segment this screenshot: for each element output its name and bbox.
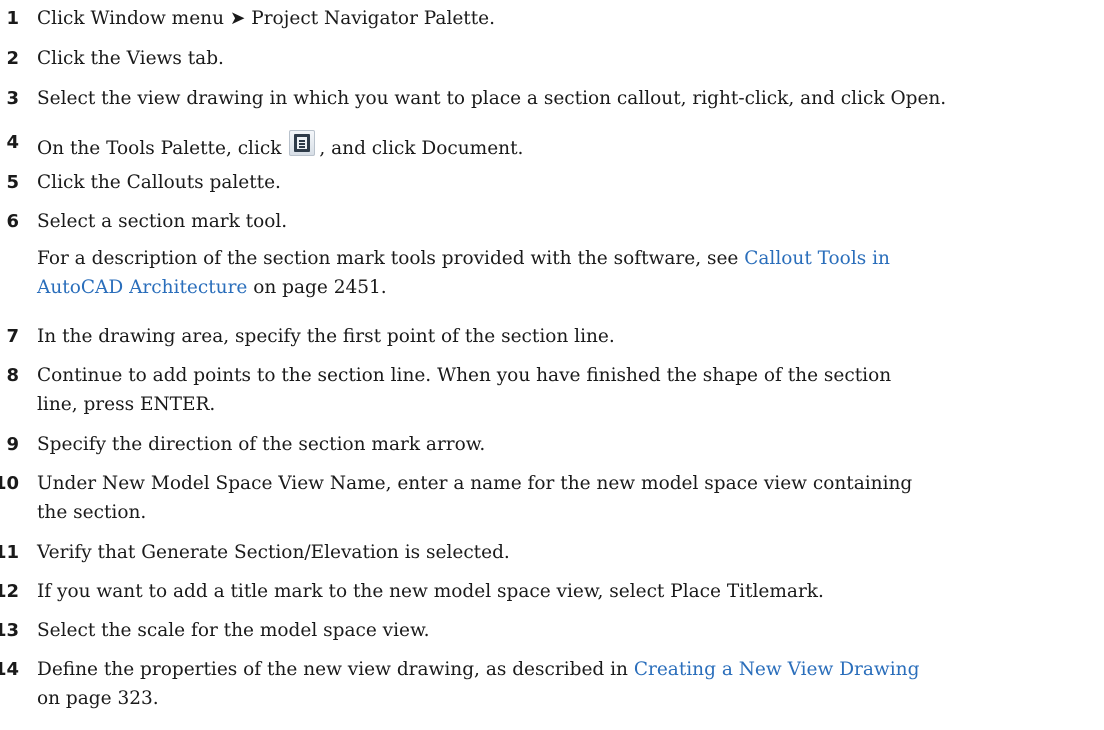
step-text: Under New Model Space View Name, enter a…	[37, 473, 913, 523]
step-number: 14	[0, 659, 19, 680]
step-number: 7	[6, 326, 19, 347]
step-text: On the Tools Palette, click , and click …	[37, 130, 523, 162]
step-number: 11	[0, 542, 19, 563]
step-text: Select the view drawing in which you wan…	[37, 88, 947, 109]
note-line-2: AutoCAD Architecture on page 2451.	[37, 277, 387, 298]
step-text: Verify that Generate Section/Elevation i…	[37, 542, 510, 563]
step-number: 10	[0, 473, 19, 494]
autocad-architecture-link[interactable]: AutoCAD Architecture	[37, 277, 247, 298]
step-6-note: For a description of the section mark to…	[37, 244, 890, 302]
step-number: 8	[6, 365, 19, 386]
step-text: Click the Callouts palette.	[37, 172, 281, 193]
step-number: 3	[6, 88, 19, 109]
step-number: 9	[6, 434, 19, 455]
step-number: 13	[0, 620, 19, 641]
step-number: 6	[6, 211, 19, 232]
step-text: In the drawing area, specify the first p…	[37, 326, 615, 347]
menu-arrow-icon: ➤	[229, 8, 246, 29]
step-text: If you want to add a title mark to the n…	[37, 581, 824, 602]
step-text: Click Window menu ➤ Project Navigator Pa…	[37, 8, 496, 29]
step-number: 2	[6, 48, 19, 69]
step-text: Select a section mark tool.	[37, 211, 288, 232]
step-text: Define the properties of the new view dr…	[37, 659, 920, 709]
step-text: Continue to add points to the section li…	[37, 365, 892, 415]
step-text: Specify the direction of the section mar…	[37, 434, 486, 455]
step-text: Select the scale for the model space vie…	[37, 620, 430, 641]
step-number: 1	[6, 8, 19, 29]
step-number: 5	[6, 172, 19, 193]
tool-palette-properties-icon	[289, 130, 316, 156]
callout-tools-link[interactable]: Callout Tools in	[744, 248, 890, 269]
step-number: 4	[6, 132, 19, 153]
document-page: 1 Click Window menu ➤ Project Navigator …	[0, 0, 1104, 730]
creating-new-view-drawing-link[interactable]: Creating a New View Drawing	[634, 659, 920, 680]
step-text: Click the Views tab.	[37, 48, 224, 69]
note-line-1: For a description of the section mark to…	[37, 248, 890, 269]
step-number: 12	[0, 581, 19, 602]
